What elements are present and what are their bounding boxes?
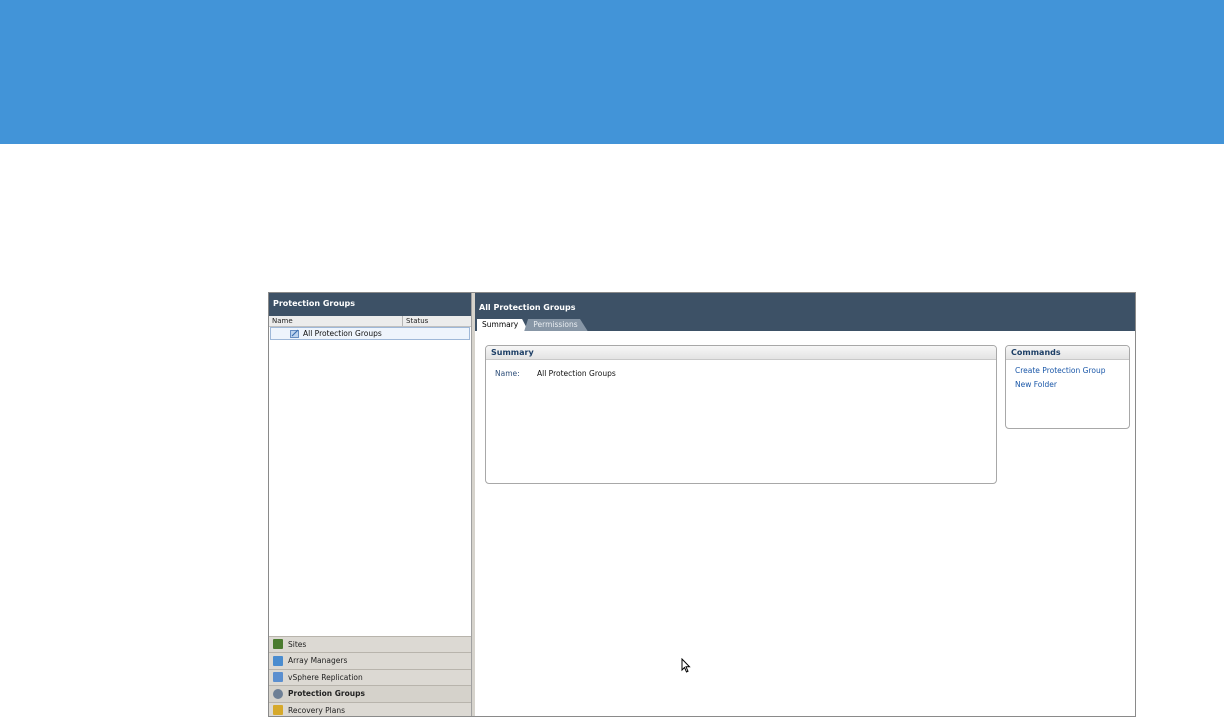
array-managers-icon (273, 655, 283, 666)
folder-icon (290, 329, 300, 338)
tab-strip: Summary Permissions (477, 319, 588, 331)
vsphere-replication-icon (273, 672, 283, 683)
tree-item-label: All Protection Groups (303, 329, 382, 338)
column-name-header[interactable]: Name (269, 316, 403, 326)
protection-groups-icon (273, 688, 283, 699)
nav-item-label: vSphere Replication (288, 672, 363, 682)
tab-summary[interactable]: Summary (477, 319, 529, 331)
column-header: Name Status (269, 316, 471, 327)
name-field-row: Name: All Protection Groups (495, 369, 996, 378)
nav-item-protection-groups[interactable]: Protection Groups (269, 685, 471, 702)
left-pane-header: Protection Groups (269, 293, 471, 316)
summary-panel: Summary Name: All Protection Groups (485, 345, 997, 484)
tab-permissions[interactable]: Permissions (524, 319, 588, 331)
sites-icon (273, 639, 283, 650)
create-protection-group-link[interactable]: Create Protection Group (1015, 366, 1129, 375)
nav-item-label: Array Managers (288, 656, 348, 666)
nav-item-label: Sites (288, 639, 307, 649)
commands-heading: Commands (1006, 346, 1129, 360)
name-value: All Protection Groups (537, 369, 616, 378)
nav-item-label: Protection Groups (288, 689, 365, 699)
column-status-header[interactable]: Status (403, 316, 471, 326)
recovery-plans-icon (273, 705, 283, 716)
navigation-bar: Sites Array Managers vSphere Replication… (269, 635, 471, 716)
left-pane: Protection Groups Name Status All Protec… (269, 293, 472, 716)
mouse-cursor-icon (681, 657, 691, 678)
nav-item-recovery-plans[interactable]: Recovery Plans (269, 701, 471, 716)
page-title: All Protection Groups (479, 303, 576, 312)
tree-item-all-protection-groups[interactable]: All Protection Groups (270, 327, 470, 340)
summary-heading: Summary (486, 346, 996, 360)
srm-window: Protection Groups Name Status All Protec… (268, 292, 1136, 717)
right-pane: All Protection Groups Summary Permission… (475, 293, 1135, 716)
top-banner (0, 0, 1224, 144)
nav-item-vsphere-replication[interactable]: vSphere Replication (269, 668, 471, 685)
right-pane-header: All Protection Groups Summary Permission… (475, 293, 1135, 331)
nav-item-label: Recovery Plans (288, 705, 346, 715)
new-folder-link[interactable]: New Folder (1015, 380, 1129, 389)
commands-panel: Commands Create Protection Group New Fol… (1005, 345, 1130, 429)
nav-item-array-managers[interactable]: Array Managers (269, 652, 471, 669)
name-label: Name: (495, 369, 520, 378)
nav-item-sites[interactable]: Sites (269, 635, 471, 652)
